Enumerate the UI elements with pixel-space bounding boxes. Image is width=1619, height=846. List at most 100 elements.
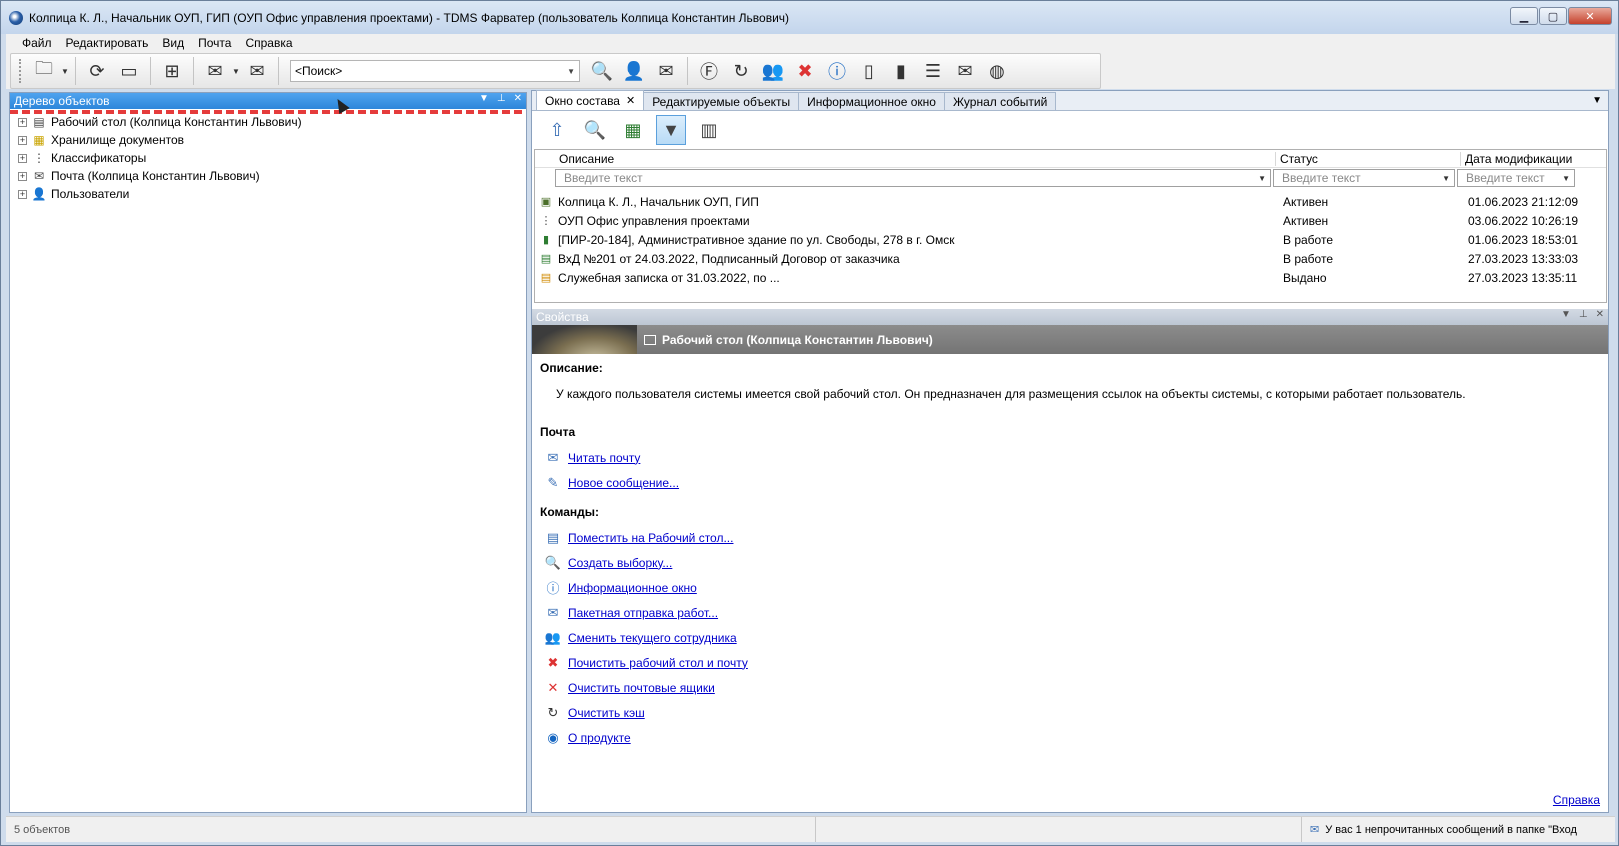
toolbar-separator bbox=[75, 57, 76, 85]
compose-mail-icon[interactable]: ✉ bbox=[201, 57, 229, 85]
expand-icon[interactable]: + bbox=[18, 117, 27, 127]
create-query-link[interactable]: Создать выборку... bbox=[568, 556, 672, 570]
tree-item-desktop[interactable]: + ▤ Рабочий стол (Колпица Константин Льв… bbox=[10, 113, 526, 131]
close-button[interactable]: ✕ bbox=[1568, 7, 1612, 25]
status-spacer bbox=[816, 817, 1302, 842]
tree-search-icon[interactable]: 🔍 bbox=[580, 115, 610, 145]
clear-cache-icon[interactable]: ↻ bbox=[727, 57, 755, 85]
toolbar-separator bbox=[687, 57, 688, 85]
compose-dropdown-icon[interactable]: ▼ bbox=[231, 57, 241, 85]
date-filter[interactable]: Введите текст ▼ bbox=[1457, 169, 1575, 187]
pin-icon[interactable]: ⊥ bbox=[497, 93, 506, 104]
menu-help[interactable]: Справка bbox=[238, 36, 299, 50]
new-message-icon: ✎ bbox=[547, 474, 559, 490]
chevron-down-icon[interactable]: ▼ bbox=[567, 67, 575, 76]
clear-cache-icon: ↻ bbox=[547, 704, 559, 720]
tab-close-icon[interactable]: ✕ bbox=[626, 94, 635, 107]
add-icon[interactable]: ⊞ bbox=[158, 57, 186, 85]
clean-desktop-icon[interactable]: ✖ bbox=[791, 57, 819, 85]
table-row[interactable]: ▤ Служебная записка от 31.03.2022, по ..… bbox=[535, 268, 1606, 287]
unread-messages-status[interactable]: ✉ У вас 1 непрочитанных сообщений в папк… bbox=[1302, 823, 1602, 837]
command-row: ◉ О продукте bbox=[540, 725, 1600, 750]
columns-icon[interactable]: ▥ bbox=[694, 115, 724, 145]
tree-item-users[interactable]: + 👤 Пользователи bbox=[10, 185, 526, 203]
panel-menu-icon[interactable]: ▼ bbox=[479, 93, 489, 104]
object-count: 5 объектов bbox=[6, 817, 816, 842]
document-icon[interactable]: ▮ bbox=[887, 57, 915, 85]
chevron-down-icon[interactable]: ▼ bbox=[1258, 174, 1266, 183]
column-status[interactable]: Статус bbox=[1275, 151, 1460, 166]
panel-close-icon[interactable]: ✕ bbox=[514, 93, 522, 104]
menu-file[interactable]: Файл bbox=[15, 36, 59, 50]
info-icon[interactable]: ⓘ bbox=[823, 57, 851, 85]
tree-item-classifiers[interactable]: + ⋮ Классификаторы bbox=[10, 149, 526, 167]
change-user-link[interactable]: Сменить текущего сотрудника bbox=[568, 631, 737, 645]
minimize-button[interactable]: ▁ bbox=[1510, 7, 1538, 25]
table-row[interactable]: ▣ Колпица К. Л., Начальник ОУП, ГИП Акти… bbox=[535, 192, 1606, 211]
menu-view[interactable]: Вид bbox=[155, 36, 191, 50]
new-message-link[interactable]: Новое сообщение... bbox=[568, 476, 679, 490]
find-user-icon[interactable]: 👤 bbox=[620, 57, 648, 85]
table-row[interactable]: ⋮ ОУП Офис управления проектами Активен … bbox=[535, 211, 1606, 230]
expand-icon[interactable]: + bbox=[18, 189, 27, 199]
tab-edited-objects[interactable]: Редактируемые объекты bbox=[643, 92, 800, 110]
bookmark-icon[interactable]: ▯ bbox=[855, 57, 883, 85]
go-up-icon[interactable]: ⇧ bbox=[542, 115, 572, 145]
batch-send-icon[interactable]: ✉ bbox=[951, 57, 979, 85]
new-object-icon[interactable]: 🗀 bbox=[30, 57, 58, 85]
chevron-down-icon[interactable]: ▼ bbox=[1442, 174, 1450, 183]
filter-icon[interactable]: ▼ bbox=[656, 115, 686, 145]
column-description[interactable]: Описание bbox=[535, 152, 1275, 166]
send-mail-icon[interactable]: ✉ bbox=[243, 57, 271, 85]
read-mail-link[interactable]: Читать почту bbox=[568, 451, 640, 465]
column-date[interactable]: Дата модификации bbox=[1460, 151, 1600, 166]
maximize-button[interactable]: ▢ bbox=[1539, 7, 1567, 25]
user-position-icon: ▣ bbox=[540, 196, 552, 208]
clear-mailboxes-link[interactable]: Очистить почтовые ящики bbox=[568, 681, 715, 695]
tree-item-storage[interactable]: + ▦ Хранилище документов bbox=[10, 131, 526, 149]
menu-mail[interactable]: Почта bbox=[191, 36, 238, 50]
tabs-menu-icon[interactable]: ▼ bbox=[1592, 95, 1602, 106]
panel-menu-icon[interactable]: ▼ bbox=[1561, 309, 1571, 320]
row-description: Колпица К. Л., Начальник ОУП, ГИП bbox=[558, 194, 759, 209]
expand-icon[interactable]: + bbox=[18, 171, 27, 181]
excel-export-icon[interactable]: ▦ bbox=[618, 115, 648, 145]
help-link[interactable]: Справка bbox=[1553, 793, 1600, 807]
pin-icon[interactable]: ⊥ bbox=[1579, 309, 1588, 320]
find-mail-icon[interactable]: 🔍 bbox=[588, 57, 616, 85]
tab-info-window[interactable]: Информационное окно bbox=[798, 92, 945, 110]
message-icon[interactable]: ☰ bbox=[919, 57, 947, 85]
place-on-desktop-link[interactable]: Поместить на Рабочий стол... bbox=[568, 531, 733, 545]
status-bar: 5 объектов ✉ У вас 1 непрочитанных сообщ… bbox=[6, 816, 1615, 842]
window-icon[interactable]: ▭ bbox=[115, 57, 143, 85]
tab-composition[interactable]: Окно состава ✕ bbox=[536, 90, 645, 110]
expand-icon[interactable]: + bbox=[18, 135, 27, 145]
chevron-down-icon[interactable]: ▼ bbox=[1562, 174, 1570, 183]
new-object-dropdown-icon[interactable]: ▼ bbox=[60, 57, 70, 85]
panel-close-icon[interactable]: ✕ bbox=[1596, 309, 1604, 320]
clean-desktop-link[interactable]: Почистить рабочий стол и почту bbox=[568, 656, 748, 670]
row-description: Служебная записка от 31.03.2022, по ... bbox=[558, 270, 780, 285]
refresh-icon[interactable]: ⟳ bbox=[83, 57, 111, 85]
memo-icon: ▤ bbox=[540, 272, 552, 284]
toolbar-grip[interactable] bbox=[19, 59, 22, 83]
tree-item-mail[interactable]: + ✉ Почта (Колпица Константин Львович) bbox=[10, 167, 526, 185]
change-user-icon: 👥 bbox=[544, 629, 562, 645]
web-icon[interactable]: ◍ bbox=[983, 57, 1011, 85]
info-window-link[interactable]: Информационное окно bbox=[568, 581, 697, 595]
tab-label: Журнал событий bbox=[952, 94, 1048, 109]
table-row[interactable]: ▤ ВхД №201 от 24.03.2022, Подписанный До… bbox=[535, 249, 1606, 268]
search-combobox[interactable]: <Поиск> ▼ bbox=[290, 60, 580, 82]
clear-cache-link[interactable]: Очистить кэш bbox=[568, 706, 645, 720]
batch-send-link[interactable]: Пакетная отправка работ... bbox=[568, 606, 718, 620]
expand-icon[interactable]: + bbox=[18, 153, 27, 163]
change-user-icon[interactable]: 👥 bbox=[759, 57, 787, 85]
tab-event-log[interactable]: Журнал событий bbox=[943, 92, 1057, 110]
mail-search-icon[interactable]: ✉ bbox=[652, 57, 680, 85]
status-filter[interactable]: Введите текст ▼ bbox=[1273, 169, 1455, 187]
about-product-icon[interactable]: Ⓕ bbox=[695, 57, 723, 85]
about-product-link[interactable]: О продукте bbox=[568, 731, 631, 745]
menu-edit[interactable]: Редактировать bbox=[59, 36, 156, 50]
description-filter[interactable]: Введите текст ▼ bbox=[555, 169, 1271, 187]
table-row[interactable]: ▮ [ПИР-20-184], Административное здание … bbox=[535, 230, 1606, 249]
